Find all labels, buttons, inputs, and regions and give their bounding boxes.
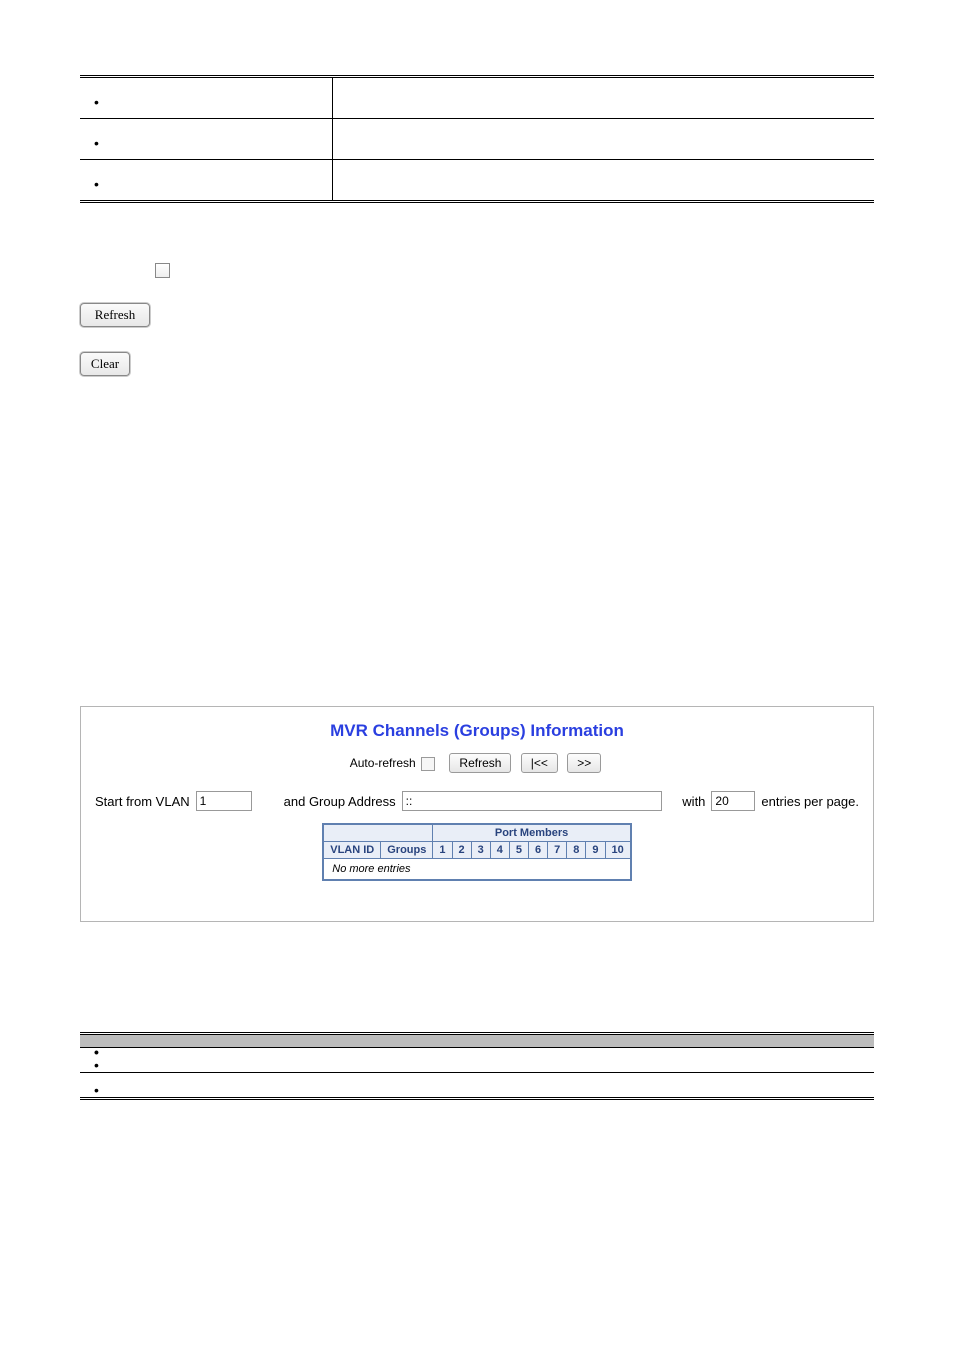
refresh-button[interactable]: Refresh: [449, 753, 511, 773]
col-port: 6: [529, 842, 548, 859]
entries-per-page-input[interactable]: [711, 791, 755, 811]
button-illustration-block: Refresh Clear: [80, 263, 874, 376]
start-vlan-label: Start from VLAN: [95, 794, 190, 809]
def-row-term: [80, 119, 333, 160]
def-row-desc: [333, 77, 875, 119]
def-row-desc: [333, 119, 875, 160]
col-port: 4: [490, 842, 509, 859]
col-port: 10: [605, 842, 631, 859]
col-port: 2: [452, 842, 471, 859]
panel-title: MVR Channels (Groups) Information: [95, 721, 859, 741]
mvr-groups-table: Port Members VLAN ID Groups 1 2 3 4 5 6 …: [322, 823, 632, 881]
def2-desc: [314, 1048, 874, 1073]
start-vlan-input[interactable]: [196, 791, 252, 811]
col-port: 8: [567, 842, 586, 859]
autorefresh-label: Auto-refresh: [350, 756, 416, 770]
def-row-desc: [333, 160, 875, 202]
mvr-screenshot-panel: MVR Channels (Groups) Information Auto-r…: [80, 706, 874, 922]
query-row: Start from VLAN and Group Address with e…: [95, 791, 859, 811]
group-address-input[interactable]: [402, 791, 662, 811]
def2-desc: [314, 1073, 874, 1099]
def2-head-left: [80, 1034, 314, 1048]
col-port: 7: [548, 842, 567, 859]
def2-term: [80, 1073, 314, 1099]
def-row-term: [80, 77, 333, 119]
col-port: 1: [433, 842, 452, 859]
next-page-button[interactable]: >>: [567, 753, 601, 773]
group-address-label: and Group Address: [284, 794, 396, 809]
table-head-port-members: Port Members: [433, 824, 631, 842]
col-vlan-id: VLAN ID: [323, 842, 381, 859]
table-empty-row: No more entries: [323, 859, 631, 881]
entries-per-page-suffix: entries per page.: [761, 794, 859, 809]
col-groups: Groups: [381, 842, 433, 859]
definition-table-top: [80, 75, 874, 203]
clear-button[interactable]: Clear: [80, 352, 130, 376]
col-port: 5: [509, 842, 528, 859]
def2-term: [80, 1048, 314, 1073]
def-row-term: [80, 160, 333, 202]
autorefresh-checkbox[interactable]: [421, 757, 435, 771]
first-page-button[interactable]: |<<: [521, 753, 558, 773]
col-port: 9: [586, 842, 605, 859]
def2-head-right: [314, 1034, 874, 1048]
with-label: with: [682, 794, 705, 809]
definition-table-bottom: [80, 1032, 874, 1100]
panel-toolbar: Auto-refresh Refresh |<< >>: [95, 753, 859, 773]
table-head-blank: [323, 824, 433, 842]
autorefresh-checkbox[interactable]: [155, 263, 170, 278]
refresh-button[interactable]: Refresh: [80, 303, 150, 327]
col-port: 3: [471, 842, 490, 859]
